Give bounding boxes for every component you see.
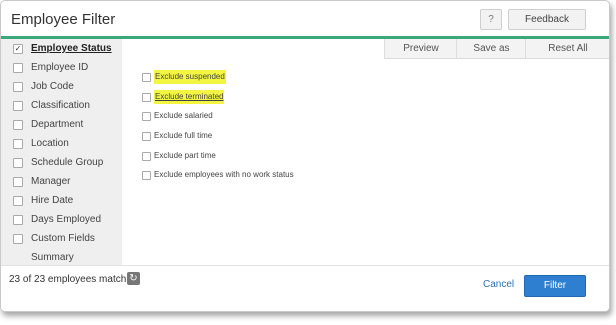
sidebar-item-job-code[interactable]: Job Code — [1, 77, 122, 96]
sidebar-item-label: Custom Fields — [31, 233, 95, 244]
preview-button[interactable]: Preview — [384, 39, 457, 58]
filter-toolbar: Preview Save as Reset All — [384, 39, 609, 59]
checkbox-hire-date[interactable] — [13, 196, 23, 206]
sidebar-item-label: Hire Date — [31, 195, 74, 206]
refresh-icon[interactable]: ↻ — [127, 272, 140, 285]
option-label: Exclude suspended — [154, 70, 226, 84]
sidebar-item-schedule-group[interactable]: Schedule Group — [1, 153, 122, 172]
sidebar-item-label: Location — [31, 138, 69, 149]
sidebar-item-label: Department — [31, 119, 84, 130]
checkbox-employee-id[interactable] — [13, 63, 23, 73]
checkbox-employee-status[interactable]: ✓ — [13, 44, 23, 54]
sidebar-item-label: Schedule Group — [31, 157, 104, 168]
sidebar-item-label: Employee ID — [31, 62, 89, 73]
sidebar-item-custom-fields[interactable]: Custom Fields — [1, 229, 122, 248]
checkbox-days-employed[interactable] — [13, 215, 23, 225]
dialog-footer: 23 of 23 employees match ↻ Cancel Filter — [1, 265, 609, 311]
sidebar-item-label: Employee Status — [31, 43, 112, 54]
employee-filter-dialog: Employee Filter ? Feedback ✓ Employee St… — [0, 0, 610, 312]
checkbox-exclude-suspended[interactable] — [142, 73, 151, 82]
sidebar-item-department[interactable]: Department — [1, 115, 122, 134]
sidebar-item-label: Classification — [31, 100, 90, 111]
reset-all-button[interactable]: Reset All — [525, 39, 609, 58]
sidebar-item-days-employed[interactable]: Days Employed — [1, 210, 122, 229]
option-label: Exclude salaried — [154, 111, 213, 120]
checkbox-classification[interactable] — [13, 101, 23, 111]
employee-match-count: 23 of 23 employees match — [9, 274, 127, 285]
option-label: Exclude terminated — [154, 90, 225, 104]
sidebar-item-employee-id[interactable]: Employee ID — [1, 58, 122, 77]
checkbox-department[interactable] — [13, 120, 23, 130]
checkbox-exclude-salaried[interactable] — [142, 112, 151, 121]
checkbox-exclude-part-time[interactable] — [142, 152, 151, 161]
checkbox-exclude-terminated[interactable] — [142, 93, 151, 102]
dialog-title: Employee Filter — [11, 11, 116, 28]
dialog-header: Employee Filter ? Feedback — [1, 1, 609, 39]
option-label: Exclude full time — [154, 131, 213, 140]
option-label: Exclude employees with no work status — [154, 170, 294, 179]
help-button[interactable]: ? — [480, 9, 502, 30]
sidebar-item-label: Job Code — [31, 81, 74, 92]
save-as-button[interactable]: Save as — [456, 39, 526, 58]
sidebar-item-classification[interactable]: Classification — [1, 96, 122, 115]
sidebar-item-label: Manager — [31, 176, 71, 187]
sidebar-item-manager[interactable]: Manager — [1, 172, 122, 191]
filter-category-sidebar: ✓ Employee Status Employee ID Job Code C… — [1, 39, 122, 265]
checkbox-exclude-no-work-status[interactable] — [142, 171, 151, 180]
sidebar-item-label: Days Employed — [31, 214, 102, 225]
checkbox-manager[interactable] — [13, 177, 23, 187]
sidebar-item-location[interactable]: Location — [1, 134, 122, 153]
sidebar-item-hire-date[interactable]: Hire Date — [1, 191, 122, 210]
feedback-button[interactable]: Feedback — [508, 9, 586, 30]
checkbox-schedule-group[interactable] — [13, 158, 23, 168]
cancel-button[interactable]: Cancel — [483, 279, 514, 290]
sidebar-item-employee-status[interactable]: ✓ Employee Status — [1, 39, 122, 58]
checkbox-custom-fields[interactable] — [13, 234, 23, 244]
option-label: Exclude part time — [154, 151, 216, 160]
checkbox-location[interactable] — [13, 139, 23, 149]
checkbox-exclude-full-time[interactable] — [142, 132, 151, 141]
checkbox-job-code[interactable] — [13, 82, 23, 92]
filter-button[interactable]: Filter — [524, 275, 586, 297]
